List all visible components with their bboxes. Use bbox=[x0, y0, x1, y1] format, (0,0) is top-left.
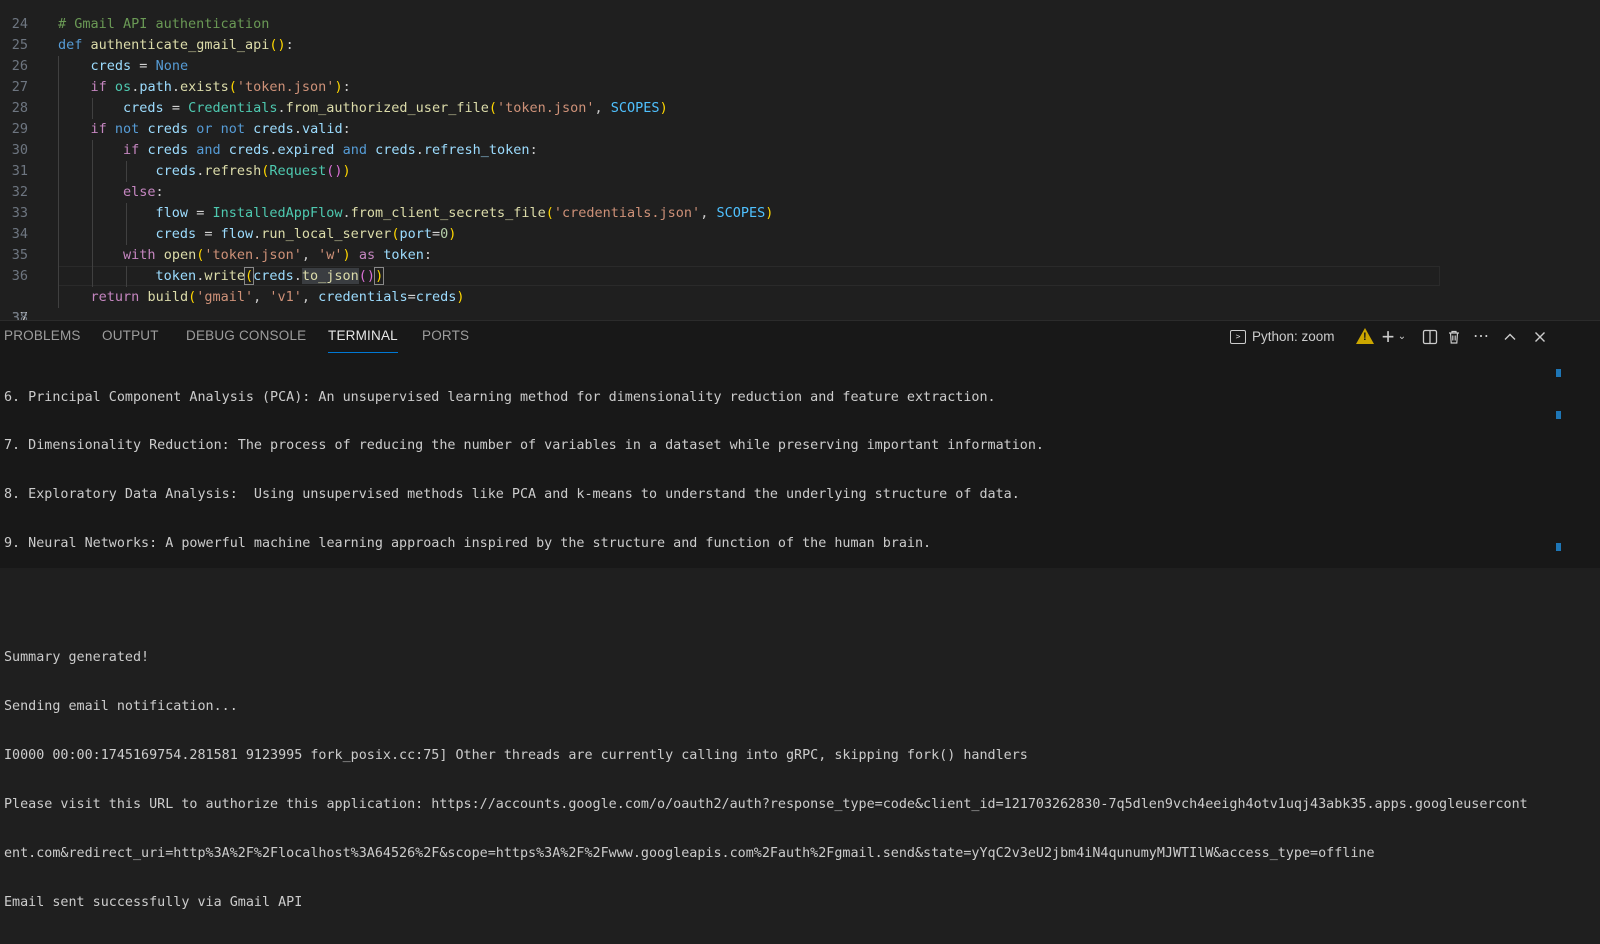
code-text: def authenticate_gmail_api(): bbox=[58, 37, 294, 53]
code-text: with open('token.json', 'w') as token: bbox=[123, 247, 433, 263]
terminal-line: Please visit this URL to authorize this … bbox=[4, 797, 1528, 813]
terminal-icon: > bbox=[1230, 330, 1246, 345]
code-line[interactable]: 25 # Gmail API authentication bbox=[0, 14, 1600, 53]
code-text: if creds and creds.expired and creds.ref… bbox=[123, 142, 538, 158]
tab-terminal[interactable]: TERMINAL bbox=[328, 321, 398, 353]
code-line[interactable]: 33 else: bbox=[0, 182, 1600, 221]
scroll-marker bbox=[1556, 369, 1561, 377]
ellipsis-icon[interactable]: ⋯ bbox=[1470, 327, 1492, 347]
code-text: creds = flow.run_local_server(port=0) bbox=[155, 226, 457, 242]
code-line[interactable]: 35 creds = flow.run_local_server(port=0) bbox=[0, 224, 1600, 263]
code-line[interactable]: 26 def authenticate_gmail_api(): bbox=[0, 35, 1600, 74]
terminal-selector[interactable]: > Python: zoom bbox=[1230, 327, 1335, 347]
chevron-up-icon[interactable] bbox=[1500, 327, 1520, 347]
code-text: creds = Credentials.from_authorized_user… bbox=[123, 100, 668, 116]
code-text: creds = None bbox=[90, 58, 189, 74]
code-text: creds.refresh(Request()) bbox=[155, 163, 351, 179]
code-text: if not creds or not creds.valid: bbox=[90, 121, 351, 137]
code-text: # Gmail API authentication bbox=[58, 16, 270, 32]
terminal-line: 6. Principal Component Analysis (PCA): A… bbox=[4, 389, 996, 405]
code-line-current[interactable]: 37 token.write(creds.to_json()) bbox=[0, 266, 1600, 320]
code-editor[interactable]: 24 25 # Gmail API authentication 26 def … bbox=[0, 0, 1600, 320]
tab-output[interactable]: OUTPUT bbox=[102, 321, 159, 353]
code-line[interactable]: 28 if os.path.exists('token.json'): bbox=[0, 77, 1600, 116]
code-line[interactable]: 29 creds = Credentials.from_authorized_u… bbox=[0, 98, 1600, 137]
terminal-line: Email sent successfully via Gmail API bbox=[4, 894, 303, 910]
panel-actions: > Python: zoom ! + ⌄ ⋯ bbox=[1230, 321, 1600, 353]
tab-debug-console[interactable]: DEBUG CONSOLE bbox=[186, 321, 306, 353]
scroll-marker bbox=[1556, 411, 1561, 419]
warning-icon[interactable]: ! bbox=[1356, 328, 1374, 344]
code-line[interactable]: 31 if creds and creds.expired and creds.… bbox=[0, 140, 1600, 179]
split-icon[interactable] bbox=[1420, 327, 1440, 347]
scrollbar-markers[interactable] bbox=[1556, 365, 1562, 565]
trash-icon[interactable] bbox=[1444, 327, 1464, 347]
code-text: if os.path.exists('token.json'): bbox=[90, 79, 351, 95]
bottom-panel: PROBLEMS OUTPUT DEBUG CONSOLE TERMINAL P… bbox=[0, 320, 1600, 910]
code-text: flow = InstalledAppFlow.from_client_secr… bbox=[155, 205, 774, 221]
code-line[interactable]: 34 flow = InstalledAppFlow.from_client_s… bbox=[0, 203, 1600, 242]
plus-icon[interactable]: + bbox=[1378, 326, 1398, 348]
code-text: return build('gmail', 'v1', credentials=… bbox=[90, 289, 465, 305]
terminal-line: ent.com&redirect_uri=http%3A%2F%2Flocalh… bbox=[4, 845, 1375, 861]
terminal-output[interactable]: 6. Principal Component Analysis (PCA): A… bbox=[4, 357, 1544, 910]
terminal-line: I0000 00:00:1745169754.281581 9123995 fo… bbox=[4, 748, 1028, 764]
terminal-line: 7. Dimensionality Reduction: The process… bbox=[4, 438, 1044, 454]
code-text: token.write(creds.to_json()) bbox=[155, 267, 385, 285]
terminal-line: 9. Neural Networks: A powerful machine l… bbox=[4, 536, 932, 552]
close-icon[interactable] bbox=[1530, 327, 1550, 347]
code-line[interactable]: 30 if not creds or not creds.valid: bbox=[0, 119, 1600, 158]
terminal-line: Sending email notification... bbox=[4, 699, 238, 715]
terminal-name: Python: zoom bbox=[1252, 329, 1335, 344]
line-number: 38 bbox=[11, 310, 28, 320]
terminal-line: 8. Exploratory Data Analysis: Using unsu… bbox=[4, 487, 1020, 503]
code-line[interactable]: 24 bbox=[0, 0, 1600, 32]
code-line[interactable]: 36 with open('token.json', 'w') as token… bbox=[0, 245, 1600, 284]
code-text: else: bbox=[123, 184, 164, 200]
scroll-marker bbox=[1556, 543, 1561, 551]
code-line[interactable]: 27 creds = None bbox=[0, 56, 1600, 95]
tab-ports[interactable]: PORTS bbox=[422, 321, 469, 353]
terminal-line: Summary generated! bbox=[4, 650, 150, 666]
code-line[interactable]: 32 creds.refresh(Request()) bbox=[0, 161, 1600, 200]
tab-problems[interactable]: PROBLEMS bbox=[4, 321, 81, 353]
chevron-down-icon[interactable]: ⌄ bbox=[1396, 327, 1408, 347]
code-line[interactable]: 38 return build('gmail', 'v1', credentia… bbox=[0, 287, 1600, 320]
